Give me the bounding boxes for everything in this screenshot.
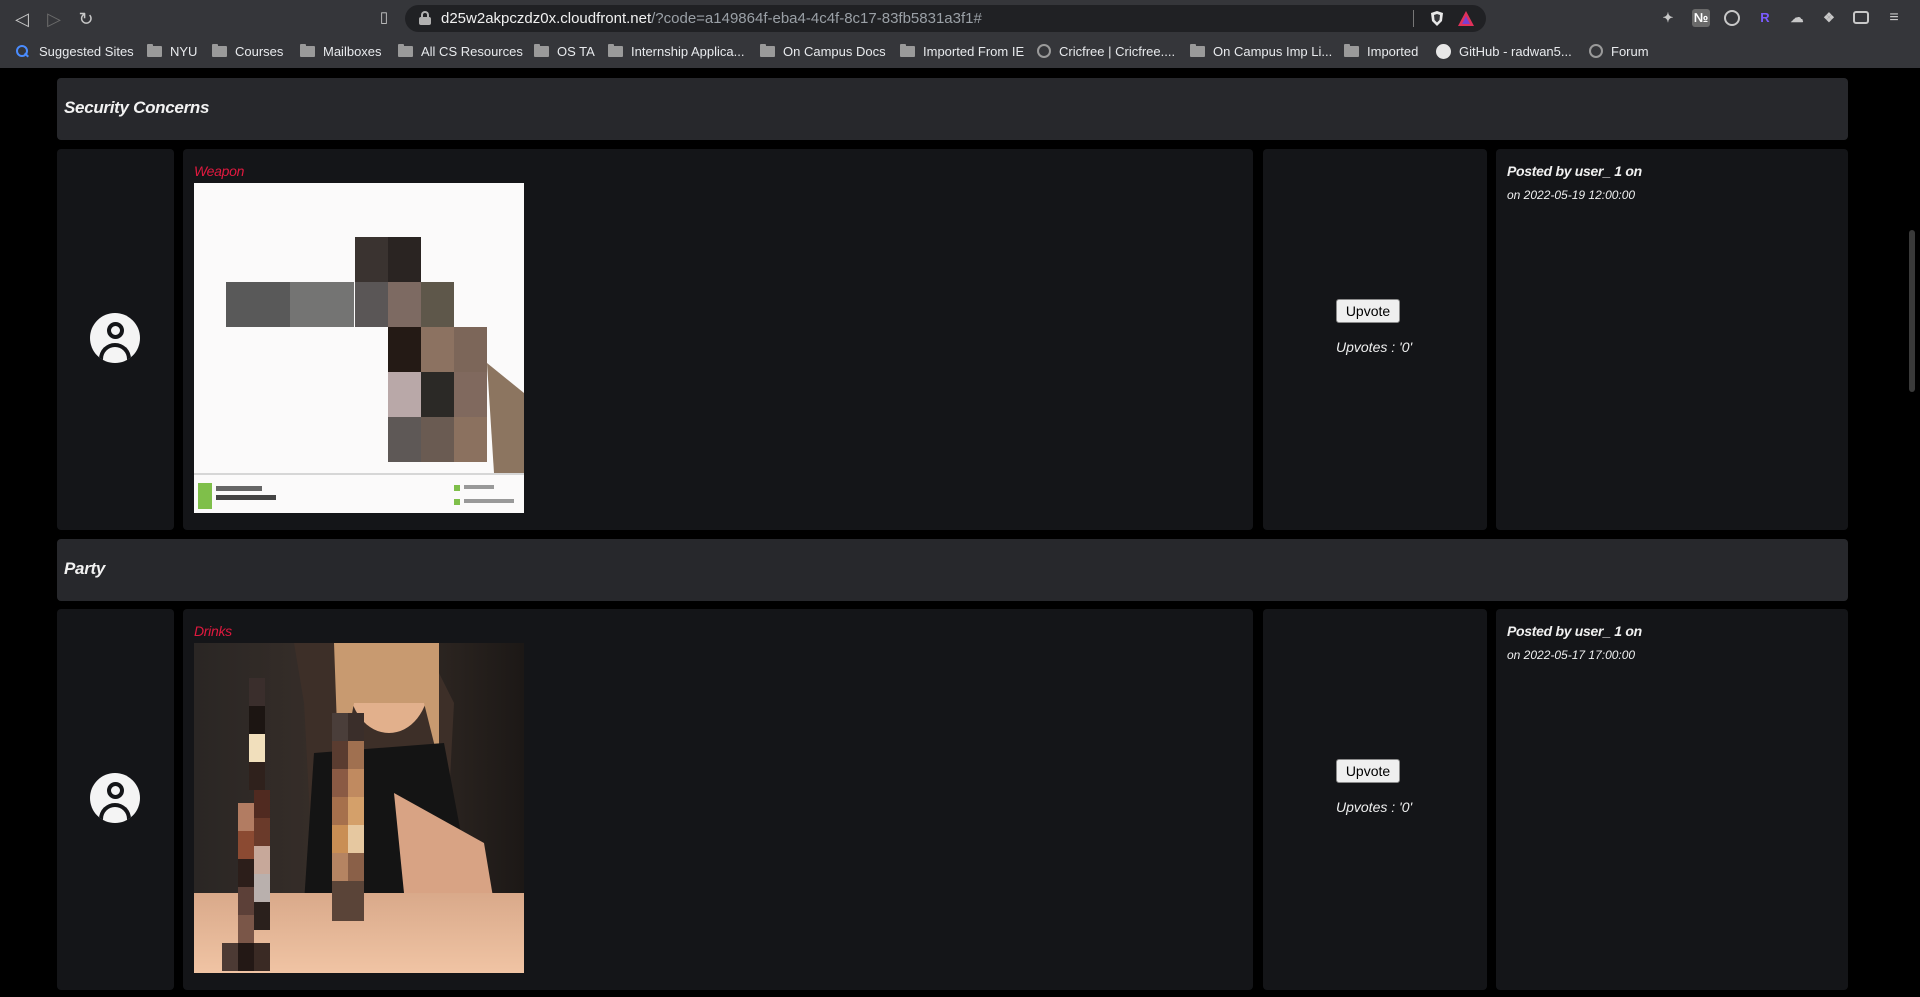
- bookmark-label: OS TA: [557, 43, 595, 59]
- post-title[interactable]: Drinks: [194, 623, 232, 639]
- forward-icon[interactable]: ▷: [43, 8, 65, 30]
- bookmark-item[interactable]: All CS Resources: [398, 42, 523, 60]
- bookmark-label: Courses: [235, 43, 284, 59]
- globe-icon: [1589, 44, 1603, 58]
- cloud-extension-icon[interactable]: ☁: [1788, 9, 1806, 27]
- user-avatar-icon: [90, 773, 140, 823]
- bookmark-item[interactable]: Suggested Sites: [16, 42, 134, 60]
- bookmark-item[interactable]: Forum: [1589, 42, 1649, 60]
- address-bar-divider: [1413, 10, 1414, 27]
- menu-icon[interactable]: ≡: [1885, 9, 1903, 27]
- vote-panel: Upvote Upvotes : '0': [1263, 609, 1487, 990]
- category-header: Party: [57, 539, 1848, 601]
- brave-shield-icon[interactable]: [1429, 10, 1445, 27]
- weapon-image-pixelated: [194, 183, 524, 513]
- browser-toolbar: ◁ ▷ ↻ ▯ d25w2akpczdz0x.cloudfront.net/?c…: [0, 0, 1920, 36]
- page-content: Security Concerns Weapon Upvote Upvotes …: [0, 68, 1920, 997]
- feather-extension-icon[interactable]: ✦: [1659, 9, 1677, 27]
- upvote-button[interactable]: Upvote: [1336, 299, 1400, 323]
- bookmark-icon[interactable]: ▯: [375, 8, 393, 28]
- post-content-panel: Drinks: [183, 609, 1253, 990]
- user-avatar-icon: [90, 313, 140, 363]
- posted-date-text: on 2022-05-19 12:00:00: [1507, 188, 1636, 202]
- bookmark-label: All CS Resources: [421, 43, 523, 59]
- upvote-button[interactable]: Upvote: [1336, 759, 1400, 783]
- reload-icon[interactable]: ↻: [75, 8, 97, 30]
- folder-icon: [1190, 43, 1205, 57]
- lock-icon: [419, 11, 431, 25]
- folder-icon: [300, 43, 315, 57]
- bookmark-label: GitHub - radwan5...: [1459, 43, 1572, 59]
- bookmark-label: On Campus Docs: [783, 43, 886, 59]
- search-icon: [16, 44, 29, 58]
- grammar-extension-icon[interactable]: №: [1692, 9, 1710, 27]
- url-path: /?code=a149864f-eba4-4c4f-8c17-83fb5831a…: [651, 10, 982, 27]
- bookmark-item[interactable]: Cricfree | Cricfree....: [1037, 42, 1175, 60]
- bookmark-label: Forum: [1611, 43, 1649, 59]
- folder-icon: [760, 43, 775, 57]
- post-image[interactable]: [194, 643, 524, 973]
- bookmark-item[interactable]: Imported: [1344, 42, 1418, 60]
- globe-icon: [1037, 44, 1051, 58]
- category-title: Party: [64, 559, 106, 578]
- g-extension-icon[interactable]: [1724, 10, 1740, 26]
- bookmark-item[interactable]: Imported From IE: [900, 42, 1024, 60]
- bookmark-label: Suggested Sites: [39, 43, 134, 59]
- url-text: d25w2akpczdz0x.cloudfront.net/?code=a149…: [441, 10, 982, 27]
- post-meta-panel: Posted by user_ 1 on on 2022-05-17 17:00…: [1496, 609, 1848, 990]
- bookmark-label: Mailboxes: [323, 43, 382, 59]
- bookmark-item[interactable]: NYU: [147, 42, 197, 60]
- bookmark-label: Imported From IE: [923, 43, 1025, 59]
- drinks-image-pixelated: [194, 643, 524, 973]
- page-scrollbar[interactable]: [1904, 68, 1920, 997]
- folder-icon: [212, 43, 227, 57]
- upvote-count: Upvotes : '0': [1336, 339, 1413, 355]
- avatar-panel: [57, 609, 174, 990]
- category-title: Security Concerns: [64, 98, 210, 117]
- posted-by-text: Posted by user_ 1 on: [1507, 623, 1642, 639]
- folder-icon: [608, 43, 623, 57]
- bookmark-item[interactable]: Mailboxes: [300, 42, 382, 60]
- folder-icon: [1344, 43, 1359, 57]
- bookmark-label: Cricfree | Cricfree....: [1059, 43, 1176, 59]
- post-title[interactable]: Weapon: [194, 163, 244, 179]
- wallet-icon[interactable]: [1853, 11, 1869, 24]
- bookmark-label: On Campus Imp Li...: [1213, 43, 1333, 59]
- back-icon[interactable]: ◁: [11, 8, 33, 30]
- posted-by-text: Posted by user_ 1 on: [1507, 163, 1642, 179]
- folder-icon: [900, 43, 915, 57]
- url-host: d25w2akpczdz0x.cloudfront.net: [441, 10, 652, 27]
- bookmark-item[interactable]: On Campus Imp Li...: [1190, 42, 1332, 60]
- bookmark-item[interactable]: Courses: [212, 42, 283, 60]
- bookmark-label: Internship Applica...: [631, 43, 745, 59]
- scrollbar-thumb[interactable]: [1909, 230, 1915, 392]
- extensions-puzzle-icon[interactable]: ❖: [1820, 9, 1838, 27]
- brave-rewards-icon[interactable]: [1457, 10, 1475, 27]
- bookmark-item[interactable]: Internship Applica...: [608, 42, 744, 60]
- post-image[interactable]: [194, 183, 524, 513]
- folder-icon: [398, 43, 413, 57]
- upvote-count: Upvotes : '0': [1336, 799, 1413, 815]
- bookmark-item[interactable]: OS TA: [534, 42, 595, 60]
- r-extension-icon[interactable]: R: [1756, 9, 1774, 27]
- browser-chrome: ◁ ▷ ↻ ▯ d25w2akpczdz0x.cloudfront.net/?c…: [0, 0, 1920, 68]
- bookmark-label: NYU: [170, 43, 198, 59]
- folder-icon: [147, 43, 162, 57]
- folder-icon: [534, 43, 549, 57]
- category-header: Security Concerns: [57, 78, 1848, 140]
- vote-panel: Upvote Upvotes : '0': [1263, 149, 1487, 530]
- post-content-panel: Weapon: [183, 149, 1253, 530]
- address-bar[interactable]: d25w2akpczdz0x.cloudfront.net/?code=a149…: [405, 5, 1486, 32]
- posted-date-text: on 2022-05-17 17:00:00: [1507, 648, 1636, 662]
- bookmark-item[interactable]: On Campus Docs: [760, 42, 886, 60]
- github-icon: [1436, 43, 1451, 59]
- bookmark-item[interactable]: GitHub - radwan5...: [1436, 42, 1572, 60]
- bookmarks-bar: Suggested Sites NYU Courses Mailboxes All CS…: [0, 38, 1920, 64]
- avatar-panel: [57, 149, 174, 530]
- bookmark-label: Imported: [1367, 43, 1419, 59]
- post-meta-panel: Posted by user_ 1 on on 2022-05-19 12:00…: [1496, 149, 1848, 530]
